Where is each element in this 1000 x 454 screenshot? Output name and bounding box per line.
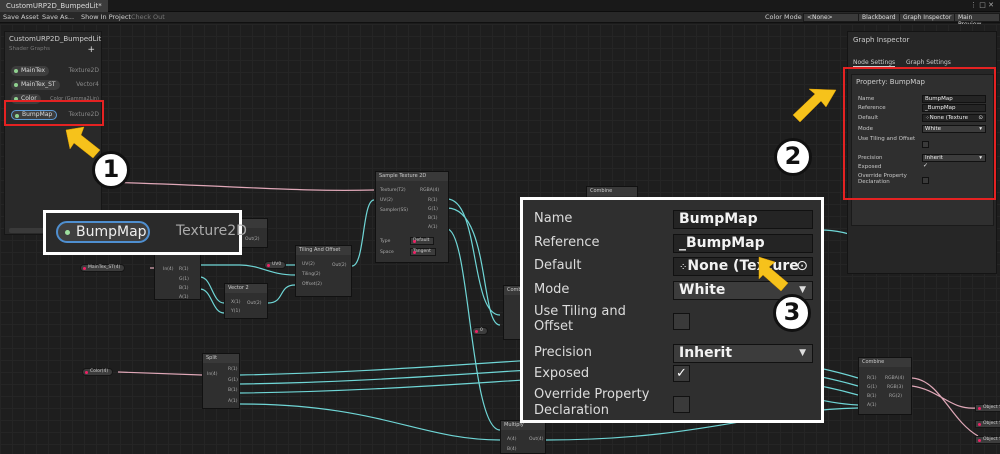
callout-arrows — [65, 88, 837, 292]
callout-circle-3: 3 — [773, 294, 811, 332]
arrow-3 — [758, 256, 789, 292]
arrow-2 — [792, 88, 837, 123]
callout-circle-2: 2 — [774, 138, 812, 176]
arrow-1 — [65, 126, 101, 159]
callout-circle-1: 1 — [92, 151, 130, 189]
